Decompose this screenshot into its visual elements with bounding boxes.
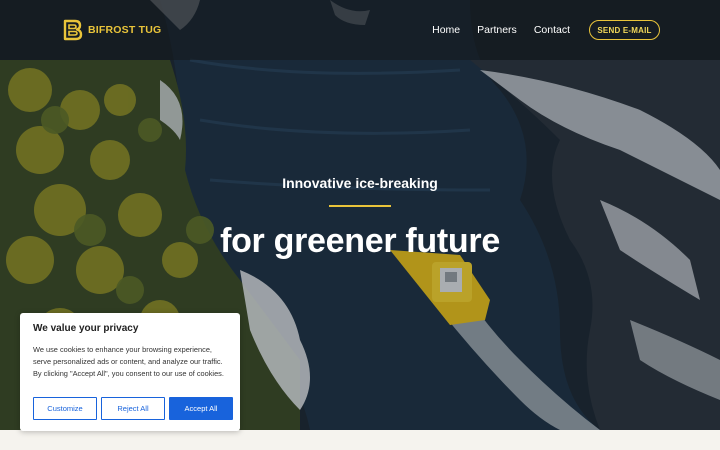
main-nav: Home Partners Contact SEND E-MAIL <box>432 20 660 40</box>
cookie-description: We use cookies to enhance your browsing … <box>33 345 224 378</box>
hero-divider <box>329 205 391 207</box>
nav-link-home[interactable]: Home <box>432 24 460 36</box>
send-email-button[interactable]: SEND E-MAIL <box>589 20 660 40</box>
logo[interactable]: BIFROST TUG <box>60 18 161 42</box>
nav-link-contact[interactable]: Contact <box>534 24 570 36</box>
customize-button[interactable]: Customize <box>33 397 97 420</box>
reject-all-button[interactable]: Reject All <box>101 397 165 420</box>
cookie-consent-banner: We value your privacy We use cookies to … <box>20 313 240 431</box>
hero-title: for greener future <box>220 222 500 260</box>
cookie-actions: Customize Reject All Accept All <box>33 397 233 420</box>
hero-subtitle: Innovative ice-breaking <box>282 175 438 191</box>
navbar: BIFROST TUG Home Partners Contact SEND E… <box>0 0 720 60</box>
next-section <box>0 430 720 450</box>
logo-text: BIFROST TUG <box>88 24 162 36</box>
accept-all-button[interactable]: Accept All <box>169 397 233 420</box>
cookie-title: We value your privacy <box>33 323 139 334</box>
logo-icon <box>63 19 83 41</box>
nav-link-partners[interactable]: Partners <box>477 24 517 36</box>
